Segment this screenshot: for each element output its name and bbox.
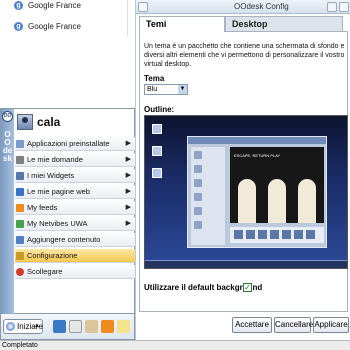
tab-desktop[interactable]: Desktop xyxy=(225,16,343,31)
tab-temi[interactable]: Temi xyxy=(139,16,225,32)
accept-button[interactable]: Accettare xyxy=(232,317,272,333)
search-results-list: g Google France g Google France xyxy=(0,0,128,36)
preview-desktop-icon xyxy=(152,146,162,156)
chevron-right-icon: ▶ xyxy=(125,204,131,211)
window-title: OOdesk Config xyxy=(234,2,289,11)
minimize-icon[interactable] xyxy=(327,2,337,12)
menu-item-widgets[interactable]: I miei Widgets ▶ xyxy=(15,169,135,183)
chevron-down-icon[interactable]: ▼ xyxy=(178,85,187,94)
menu-item-label: Le mie pagine web xyxy=(27,187,90,196)
menu-item-domande[interactable]: Le mie domande ▶ xyxy=(15,153,135,167)
menu-item-label: I miei Widgets xyxy=(27,171,75,180)
menu-item-configurazione[interactable]: Configurazione xyxy=(15,249,135,263)
menu-item-aggiungere[interactable]: Aggiungere contenuto xyxy=(15,233,135,247)
google-icon: g xyxy=(14,1,23,10)
start-menu: OO OOdesk cala Applicazioni preinstallat… xyxy=(0,108,135,315)
preview-desktop-icon xyxy=(152,168,162,178)
outline-label: Outline: xyxy=(144,105,175,114)
apps-icon xyxy=(16,140,24,148)
google-icon: g xyxy=(14,22,23,31)
chevron-up-icon: ▲ xyxy=(34,323,40,329)
chevron-right-icon: ▶ xyxy=(125,156,131,163)
mail-icon[interactable] xyxy=(85,320,98,333)
start-menu-brand-strip: OO OOdesk xyxy=(1,109,14,315)
taskbar: Iniziare ▲ xyxy=(0,314,135,340)
preview-window-titlebar xyxy=(188,137,326,144)
chevron-right-icon: ▶ xyxy=(125,188,131,195)
temi-panel: Un tema è un pacchetto che contiene una … xyxy=(139,31,348,312)
preview-taskbar xyxy=(145,260,347,268)
preview-sidebar xyxy=(191,147,225,245)
note-icon[interactable] xyxy=(117,320,130,333)
logout-icon xyxy=(16,268,24,276)
menu-item-label: My Netvibes UWA xyxy=(27,219,88,228)
preview-caption: ESCAPE, RETURN PLAY xyxy=(234,153,281,158)
preview-photo: ESCAPE, RETURN PLAY xyxy=(230,147,324,223)
close-icon[interactable] xyxy=(339,2,349,12)
search-result[interactable]: g Google France xyxy=(0,19,128,34)
user-name: cala xyxy=(37,115,61,129)
avatar xyxy=(17,114,33,130)
menu-item-label: My feeds xyxy=(27,203,58,212)
preview-window: ESCAPE, RETURN PLAY xyxy=(187,136,327,248)
menu-item-label: Applicazioni preinstallate xyxy=(27,139,110,148)
chevron-right-icon: ▶ xyxy=(125,220,131,227)
rss-icon[interactable] xyxy=(101,320,114,333)
document-icon[interactable] xyxy=(69,320,82,333)
search-result-label: Google France xyxy=(28,1,81,10)
default-background-checkbox[interactable]: ✓ xyxy=(243,283,252,292)
tema-label: Tema xyxy=(144,74,165,83)
menu-item-applicazioni[interactable]: Applicazioni preinstallate ▶ xyxy=(15,137,135,151)
menu-item-scollegare[interactable]: Scollegare xyxy=(15,265,135,279)
start-button[interactable]: Iniziare ▲ xyxy=(3,319,43,334)
config-titlebar[interactable]: OOdesk Config xyxy=(136,0,350,14)
menu-item-netvibes[interactable]: My Netvibes UWA ▶ xyxy=(15,217,135,231)
theme-description: Un tema è un pacchetto che contiene una … xyxy=(144,43,345,68)
chevron-right-icon: ▶ xyxy=(125,172,131,179)
browser-icon[interactable] xyxy=(53,320,66,333)
preview-desktop-icon xyxy=(152,124,162,134)
menu-item-label: Configurazione xyxy=(27,251,78,260)
preview-thumbnails xyxy=(230,227,324,243)
start-orb-icon xyxy=(6,322,15,331)
brand-label: OOdesk xyxy=(2,130,13,163)
window-menu-icon[interactable] xyxy=(138,2,148,12)
cancel-button[interactable]: Cancellare xyxy=(274,317,313,333)
menu-item-label: Le mie domande xyxy=(27,155,83,164)
theme-preview-image: ESCAPE, RETURN PLAY xyxy=(144,115,348,269)
web-icon xyxy=(16,188,24,196)
menu-item-pagine-web[interactable]: Le mie pagine web ▶ xyxy=(15,185,135,199)
add-icon xyxy=(16,236,24,244)
tema-select[interactable]: Blu ▼ xyxy=(144,84,188,95)
apply-button[interactable]: Applicare xyxy=(313,317,349,333)
search-result[interactable]: g Google France xyxy=(0,0,128,13)
questions-icon xyxy=(16,156,24,164)
menu-item-feeds[interactable]: My feeds ▶ xyxy=(15,201,135,215)
menu-item-label: Scollegare xyxy=(27,267,63,276)
tema-select-value: Blu xyxy=(147,86,158,93)
oodesk-logo-icon: OO xyxy=(2,111,13,122)
start-menu-list: Applicazioni preinstallate ▶ Le mie doma… xyxy=(15,137,135,281)
netvibes-icon xyxy=(16,220,24,228)
widgets-icon xyxy=(16,172,24,180)
chevron-right-icon: ▶ xyxy=(125,140,131,147)
status-bar: Completato xyxy=(0,340,350,350)
rss-icon xyxy=(16,204,24,212)
oodesk-config-window: OOdesk Config Temi Desktop Un tema è un … xyxy=(135,0,350,340)
menu-item-label: Aggiungere contenuto xyxy=(27,235,101,244)
search-result-label: Google France xyxy=(28,22,81,31)
config-icon xyxy=(16,252,24,260)
